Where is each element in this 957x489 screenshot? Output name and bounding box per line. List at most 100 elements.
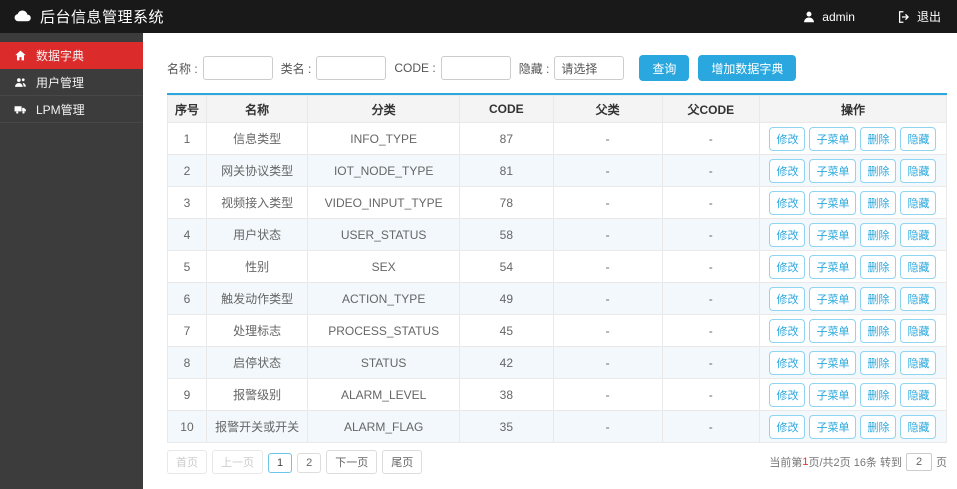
row-action-submenu-button[interactable]: 子菜单 <box>809 158 857 183</box>
sidebar-item-truck[interactable]: LPM管理 <box>0 96 143 123</box>
code-input[interactable] <box>440 56 511 80</box>
summary-mid: 页/共2页 16条 转到 <box>808 457 902 469</box>
row-action-edit-button[interactable]: 修改 <box>769 222 806 247</box>
name-input[interactable] <box>202 56 273 80</box>
table-row: 7 处理标志 PROCESS_STATUS 45- - 修改 子菜单 删除 隐藏 <box>167 314 948 347</box>
page-button-prev: 上一页 <box>212 450 263 474</box>
row-action-edit-button[interactable]: 修改 <box>769 318 806 343</box>
row-action-submenu-button[interactable]: 子菜单 <box>809 414 857 439</box>
cell-code: 81 <box>459 154 554 187</box>
cell-category: SEX <box>307 250 461 283</box>
row-action-hide-button[interactable]: 隐藏 <box>900 350 937 375</box>
cell-name: 启停状态 <box>205 346 309 379</box>
cell-category: INFO_TYPE <box>307 122 461 155</box>
row-action-hide-button[interactable]: 隐藏 <box>900 382 937 407</box>
table-row: 4 用户状态 USER_STATUS 58- - 修改 子菜单 删除 隐藏 <box>167 218 948 251</box>
class-name-input[interactable] <box>316 56 387 80</box>
class-name-label: 类名 : <box>280 61 312 76</box>
hidden-field-group: 隐藏 : 请选择 <box>519 56 625 80</box>
row-action-delete-button[interactable]: 删除 <box>860 350 897 375</box>
row-action-delete-button[interactable]: 删除 <box>860 414 897 439</box>
row-action-submenu-button[interactable]: 子菜单 <box>809 126 857 151</box>
cell-name: 触发动作类型 <box>205 282 309 315</box>
cell-actions: 修改 子菜单 删除 隐藏 <box>758 314 948 347</box>
sidebar-item-label: 数据字典 <box>36 48 85 63</box>
cell-index: 3 <box>167 186 207 219</box>
cell-parent: - <box>552 186 663 219</box>
cell-parent-code: - <box>661 378 760 411</box>
add-dict-button[interactable]: 增加数据字典 <box>698 55 797 81</box>
row-action-hide-button[interactable]: 隐藏 <box>900 222 937 247</box>
row-action-delete-button[interactable]: 删除 <box>860 158 897 183</box>
row-action-submenu-button[interactable]: 子菜单 <box>809 382 857 407</box>
row-action-submenu-button[interactable]: 子菜单 <box>809 286 857 311</box>
row-action-edit-button[interactable]: 修改 <box>769 190 806 215</box>
row-action-delete-button[interactable]: 删除 <box>860 382 897 407</box>
row-action-hide-button[interactable]: 隐藏 <box>900 286 937 311</box>
goto-page-input[interactable] <box>906 453 932 471</box>
username: admin <box>822 9 855 24</box>
row-action-submenu-button[interactable]: 子菜单 <box>809 222 857 247</box>
cell-actions: 修改 子菜单 删除 隐藏 <box>758 154 948 187</box>
row-action-edit-button[interactable]: 修改 <box>769 414 806 439</box>
sidebar-item-users[interactable]: 用户管理 <box>0 69 143 96</box>
row-action-submenu-button[interactable]: 子菜单 <box>809 254 857 279</box>
cell-name: 用户状态 <box>205 218 309 251</box>
users-icon <box>14 76 27 89</box>
row-action-edit-button[interactable]: 修改 <box>769 126 806 151</box>
row-action-delete-button[interactable]: 删除 <box>860 126 897 151</box>
summary-prefix: 当前第 <box>769 457 803 469</box>
sidebar-item-home[interactable]: 数据字典 <box>0 42 143 69</box>
hidden-select[interactable]: 请选择 <box>554 56 625 80</box>
row-action-delete-button[interactable]: 删除 <box>860 286 897 311</box>
summary-suffix: 页 <box>936 457 947 469</box>
row-action-edit-button[interactable]: 修改 <box>769 286 806 311</box>
row-action-submenu-button[interactable]: 子菜单 <box>809 318 857 343</box>
user-icon <box>802 10 816 24</box>
cell-index: 8 <box>167 346 207 379</box>
cell-parent: - <box>552 154 663 187</box>
cell-category: USER_STATUS <box>307 218 461 251</box>
column-header-code: CODE <box>459 95 554 123</box>
column-header-name: 名称 <box>205 95 309 123</box>
row-action-hide-button[interactable]: 隐藏 <box>900 190 937 215</box>
row-action-hide-button[interactable]: 隐藏 <box>900 126 937 151</box>
row-action-delete-button[interactable]: 删除 <box>860 222 897 247</box>
row-action-submenu-button[interactable]: 子菜单 <box>809 350 857 375</box>
logout-label: 退出 <box>916 10 941 24</box>
row-action-edit-button[interactable]: 修改 <box>769 158 806 183</box>
table-row: 5 性别 SEX 54- - 修改 子菜单 删除 隐藏 <box>167 250 948 283</box>
column-header-parent-code: 父CODE <box>661 95 760 123</box>
cell-parent-code: - <box>661 314 760 347</box>
cell-parent: - <box>552 410 663 443</box>
row-action-edit-button[interactable]: 修改 <box>769 382 806 407</box>
row-action-hide-button[interactable]: 隐藏 <box>900 414 937 439</box>
sidebar-item-label: 用户管理 <box>36 75 85 90</box>
user-menu[interactable]: admin <box>802 10 855 24</box>
logout-button[interactable]: 退出 <box>897 8 941 25</box>
cell-name: 视频接入类型 <box>205 186 309 219</box>
page-button-page-2[interactable]: 2 <box>297 453 322 473</box>
name-field-group: 名称 : <box>167 56 273 80</box>
row-action-edit-button[interactable]: 修改 <box>769 254 806 279</box>
row-action-hide-button[interactable]: 隐藏 <box>900 254 937 279</box>
cell-category: ALARM_FLAG <box>307 410 461 443</box>
search-form: 名称 : 类名 : CODE : 隐藏 : 请选择 查询 增加数据字典 <box>167 55 947 81</box>
cell-name: 报警级别 <box>205 378 309 411</box>
row-action-delete-button[interactable]: 删除 <box>860 254 897 279</box>
cell-name: 处理标志 <box>205 314 309 347</box>
row-action-delete-button[interactable]: 删除 <box>860 318 897 343</box>
page-button-last[interactable]: 尾页 <box>382 450 423 474</box>
query-button[interactable]: 查询 <box>639 55 690 81</box>
page-button-next[interactable]: 下一页 <box>326 450 378 474</box>
row-action-submenu-button[interactable]: 子菜单 <box>809 190 857 215</box>
row-action-hide-button[interactable]: 隐藏 <box>900 158 937 183</box>
cell-code: 78 <box>459 186 554 219</box>
column-header-actions: 操作 <box>758 95 948 123</box>
row-action-edit-button[interactable]: 修改 <box>769 350 806 375</box>
pagination-row: 首页上一页12下一页尾页 当前第1页/共2页 16条 转到 页 <box>167 450 947 474</box>
cell-code: 45 <box>459 314 554 347</box>
row-action-delete-button[interactable]: 删除 <box>860 190 897 215</box>
page-button-page-1[interactable]: 1 <box>268 453 293 473</box>
row-action-hide-button[interactable]: 隐藏 <box>900 318 937 343</box>
